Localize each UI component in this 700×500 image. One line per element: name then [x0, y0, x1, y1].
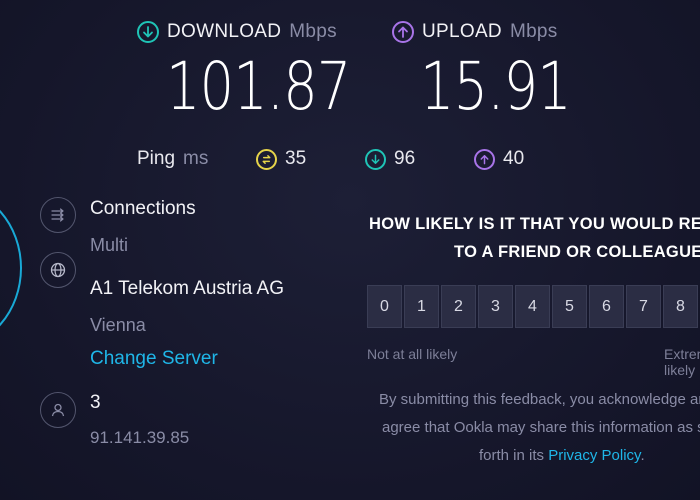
scale-high-label: Extremely likely — [664, 346, 700, 378]
ping-row: Ping ms — [137, 148, 208, 170]
scale-option-2[interactable]: 2 — [441, 285, 476, 328]
disclaimer-line3: forth in its Privacy Policy. — [479, 442, 645, 470]
idle-latency-icon — [256, 148, 277, 170]
change-server-link[interactable]: Change Server — [90, 348, 218, 370]
scale-option-8[interactable]: 8 — [663, 285, 698, 328]
upload-header: UPLOAD Mbps — [392, 21, 558, 43]
user-ip: 91.141.39.85 — [90, 428, 190, 447]
disclaimer-line3-suffix: . — [640, 447, 645, 464]
upload-latency-icon — [474, 148, 495, 170]
disclaimer-line3-prefix: forth in its — [479, 447, 549, 464]
speed-gauge-arc — [0, 188, 22, 348]
scale-low-label: Not at all likely — [367, 346, 458, 362]
ping-unit: ms — [183, 148, 209, 169]
server-location: Vienna — [90, 315, 146, 335]
ping-upload-value: 40 — [503, 148, 525, 169]
globe-icon — [40, 252, 76, 288]
scale-option-7[interactable]: 7 — [626, 285, 661, 328]
download-label: DOWNLOAD — [167, 21, 282, 42]
download-header: DOWNLOAD Mbps — [137, 21, 337, 43]
server-provider: A1 Telekom Austria AG — [90, 278, 284, 299]
download-unit: Mbps — [289, 21, 337, 42]
survey-question-line2: TO A FRIEND OR COLLEAGUE? — [454, 243, 700, 261]
scale-option-3[interactable]: 3 — [478, 285, 513, 328]
speedtest-results-screen: DOWNLOAD Mbps 101.87 UPLOAD Mbps 15.91 P… — [0, 0, 700, 500]
disclaimer-line2: agree that Ookla may share this informat… — [382, 419, 700, 436]
upload-speed-value: 15.91 — [420, 48, 572, 125]
survey-question-line1: HOW LIKELY IS IT THAT YOU WOULD RECOMMEN… — [369, 215, 700, 233]
connections-mode: Multi — [90, 235, 129, 255]
recommend-scale: 0 1 2 3 4 5 6 7 8 9 10 — [367, 285, 700, 328]
ping-idle-value: 35 — [285, 148, 307, 169]
download-latency-icon — [365, 148, 386, 170]
ping-download-value: 96 — [394, 148, 416, 169]
ping-label: Ping — [137, 148, 176, 169]
disclaimer-line1: By submitting this feedback, you acknowl… — [379, 391, 700, 408]
scale-option-0[interactable]: 0 — [367, 285, 402, 328]
connections-icon — [40, 197, 76, 233]
scale-option-5[interactable]: 5 — [552, 285, 587, 328]
ping-upload: 40 — [474, 148, 524, 170]
scale-option-4[interactable]: 4 — [515, 285, 550, 328]
user-label: 3 — [90, 392, 101, 413]
scale-option-1[interactable]: 1 — [404, 285, 439, 328]
scale-option-6[interactable]: 6 — [589, 285, 624, 328]
connections-title: Connections — [90, 198, 196, 219]
upload-arrow-icon — [392, 21, 414, 43]
ping-idle: 35 — [256, 148, 306, 170]
upload-label: UPLOAD — [422, 21, 502, 42]
download-arrow-icon — [137, 21, 159, 43]
user-icon — [40, 392, 76, 428]
download-speed-value: 101.87 — [166, 48, 351, 125]
privacy-policy-link[interactable]: Privacy Policy — [548, 447, 640, 464]
upload-unit: Mbps — [509, 21, 558, 42]
ping-download: 96 — [365, 148, 415, 170]
